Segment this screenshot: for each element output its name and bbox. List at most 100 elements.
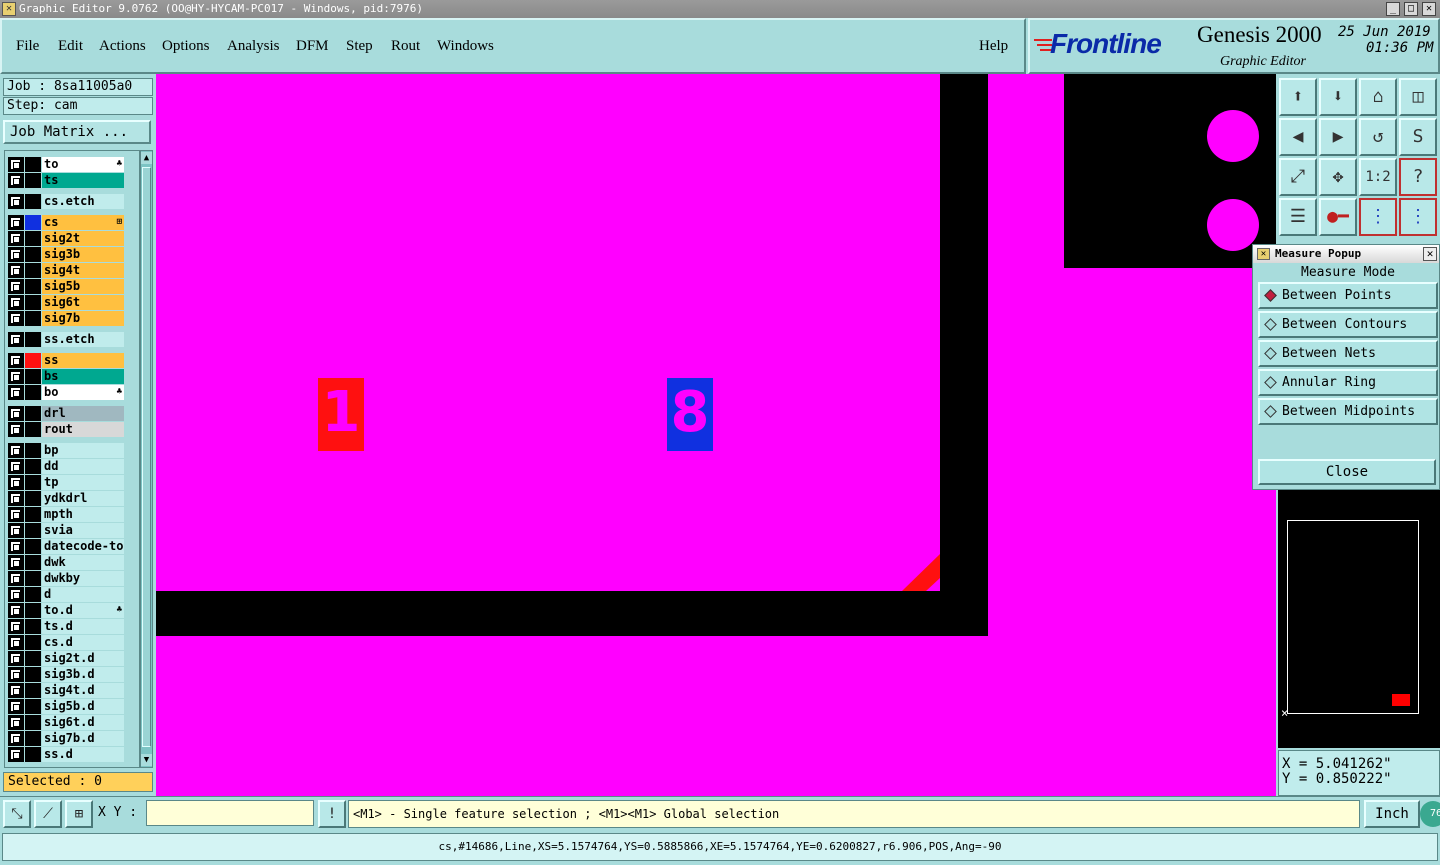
layer-affected-swatch[interactable] [25,263,41,278]
layer-affected-swatch[interactable] [25,353,41,368]
layer-row[interactable]: ts [7,173,127,188]
layer-row[interactable]: sig7b [7,311,127,326]
selected-feature[interactable] [902,554,940,591]
layer-row[interactable]: ss [7,353,127,368]
option-between-points[interactable]: Between Points [1258,282,1438,309]
layer-affected-swatch[interactable] [25,173,41,188]
layer-affected-swatch[interactable] [25,587,41,602]
layer-affected-swatch[interactable] [25,369,41,384]
layer-name[interactable]: sig7b.d [42,731,124,746]
layer-row[interactable]: bp [7,443,127,458]
layer-affected-swatch[interactable] [25,215,41,230]
vertical-trace[interactable] [940,74,988,636]
layer-name[interactable]: bo ♣ [42,385,124,400]
tools-button[interactable]: ☰ [1279,198,1317,236]
menu-analysis[interactable]: Analysis [227,38,280,55]
layer-scrollbar[interactable]: ▲ ▼ [140,150,153,768]
zoom-home-button[interactable]: ⬆ [1279,78,1317,116]
layer-row[interactable]: ss.d [7,747,127,762]
layer-checkbox[interactable] [10,493,21,504]
layer-name[interactable]: ts [42,173,124,188]
layer-affected-swatch[interactable] [25,311,41,326]
layer-row[interactable]: to.d ♣ [7,603,127,618]
layer-row[interactable]: sig4t [7,263,127,278]
menu-options[interactable]: Options [162,38,210,55]
layer-affected-swatch[interactable] [25,539,41,554]
measure-tool-button[interactable]: ⟋ [34,800,62,828]
ratio-button[interactable]: 1:2 [1359,158,1397,196]
scroll-up-icon[interactable]: ▲ [141,152,152,164]
layer-name[interactable]: sig4t [42,263,124,278]
menu-edit[interactable]: Edit [58,38,83,55]
layer-affected-swatch[interactable] [25,332,41,347]
layer-row[interactable]: sig3b [7,247,127,262]
layer-name[interactable]: bp [42,443,124,458]
layer-name[interactable]: bs [42,369,124,384]
menu-rout[interactable]: Rout [391,38,420,55]
layer-row[interactable]: cs.etch [7,194,127,209]
graphic-canvas[interactable]: 1 8 [156,74,1276,796]
menu-dfm[interactable]: DFM [296,38,329,55]
layer-name[interactable]: cs.d [42,635,124,650]
layer-affected-swatch[interactable] [25,603,41,618]
scroll-down-icon[interactable]: ▼ [141,754,152,766]
minimize-button[interactable]: _ [1386,2,1400,16]
layer-checkbox[interactable] [10,233,21,244]
layer-row[interactable]: ss.etch [7,332,127,347]
layer-name[interactable]: dd [42,459,124,474]
layer-checkbox[interactable] [10,387,21,398]
layer-row[interactable]: sig2t [7,231,127,246]
layer-row[interactable]: bo ♣ [7,385,127,400]
layer-name[interactable]: sig6t.d [42,715,124,730]
layer-checkbox[interactable] [10,297,21,308]
probe-button[interactable]: ●━ [1319,198,1357,236]
help-button[interactable]: ? [1399,158,1437,196]
layer-row[interactable]: sig6t.d [7,715,127,730]
layer-checkbox[interactable] [10,408,21,419]
layer-affected-swatch[interactable] [25,422,41,437]
layer-affected-swatch[interactable] [25,295,41,310]
layer-row[interactable]: sig2t.d [7,651,127,666]
layer-row[interactable]: dwk [7,555,127,570]
layer-affected-swatch[interactable] [25,247,41,262]
layer-checkbox[interactable] [10,701,21,712]
popup-title-bar[interactable]: ✕ Measure Popup ✕ [1253,245,1439,263]
layer-row[interactable]: datecode-to [7,539,127,554]
layer-row[interactable]: svia [7,523,127,538]
split-button[interactable]: ◫ [1399,78,1437,116]
drill-hole-1[interactable] [1207,110,1259,162]
layer-name[interactable]: sig6t [42,295,124,310]
layer-checkbox[interactable] [10,217,21,228]
option-between-nets[interactable]: Between Nets [1258,340,1438,367]
layer-row[interactable]: sig3b.d [7,667,127,682]
layer-name[interactable]: tp [42,475,124,490]
layer-affected-swatch[interactable] [25,406,41,421]
layer-checkbox[interactable] [10,509,21,520]
layer-row[interactable]: sig5b.d [7,699,127,714]
menu-file[interactable]: File [16,38,39,55]
undo-zoom-button[interactable]: ↺ [1359,118,1397,156]
option-between-midpoints[interactable]: Between Midpoints [1258,398,1438,425]
layer-row[interactable]: ts.d [7,619,127,634]
layer-affected-swatch[interactable] [25,555,41,570]
layer-name[interactable]: sig3b.d [42,667,124,682]
netlist-button[interactable]: ⋮ [1359,198,1397,236]
menu-help[interactable]: Help [979,38,1008,55]
layer-name[interactable]: sig2t [42,231,124,246]
layer-checkbox[interactable] [10,525,21,536]
layer-row[interactable]: to ♣ [7,157,127,172]
layer-row[interactable]: drl [7,406,127,421]
popup-close-icon[interactable]: ✕ [1423,247,1437,261]
layer-affected-swatch[interactable] [25,571,41,586]
snap-button[interactable]: ⤡ [3,800,31,828]
horizontal-trace[interactable] [156,591,988,636]
layer-affected-swatch[interactable] [25,667,41,682]
home-button[interactable]: ⌂ [1359,78,1397,116]
layer-row[interactable]: sig7b.d [7,731,127,746]
layer-name[interactable]: sig3b [42,247,124,262]
layer-affected-swatch[interactable] [25,491,41,506]
layer-checkbox[interactable] [10,461,21,472]
layer-checkbox[interactable] [10,621,21,632]
layer-affected-swatch[interactable] [25,635,41,650]
layer-name[interactable]: to.d ♣ [42,603,124,618]
